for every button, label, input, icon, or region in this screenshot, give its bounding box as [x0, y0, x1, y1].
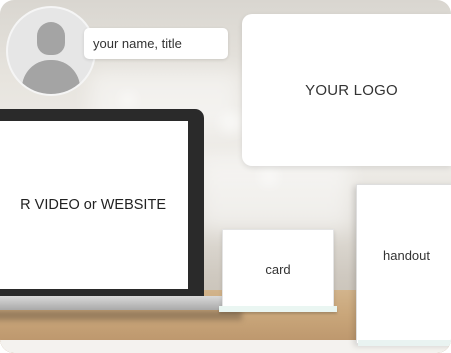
handout-stand-base — [358, 340, 451, 346]
bokeh-light — [120, 92, 136, 108]
user-silhouette-icon — [37, 22, 65, 55]
video-website-screen[interactable]: R VIDEO or WEBSITE — [0, 121, 188, 289]
handout-placeholder[interactable]: handout — [356, 184, 451, 344]
screen-label: R VIDEO or WEBSITE — [20, 197, 166, 213]
bokeh-light — [220, 112, 242, 134]
logo-placeholder[interactable]: YOUR LOGO — [242, 14, 451, 166]
name-title-tag[interactable]: your name, title — [84, 28, 228, 59]
card-label: card — [265, 261, 291, 277]
logo-label: YOUR LOGO — [305, 81, 398, 99]
card-placeholder[interactable]: card — [222, 229, 334, 309]
avatar-placeholder[interactable] — [8, 8, 94, 94]
laptop-shadow — [0, 310, 242, 320]
bokeh-light — [260, 168, 278, 186]
user-silhouette-body — [22, 60, 80, 94]
card-stand-base — [219, 306, 337, 312]
laptop-base — [0, 296, 240, 310]
handout-label: handout — [383, 248, 430, 263]
virtual-booth-scene: your name, title YOUR LOGO R VIDEO or WE… — [0, 0, 451, 353]
